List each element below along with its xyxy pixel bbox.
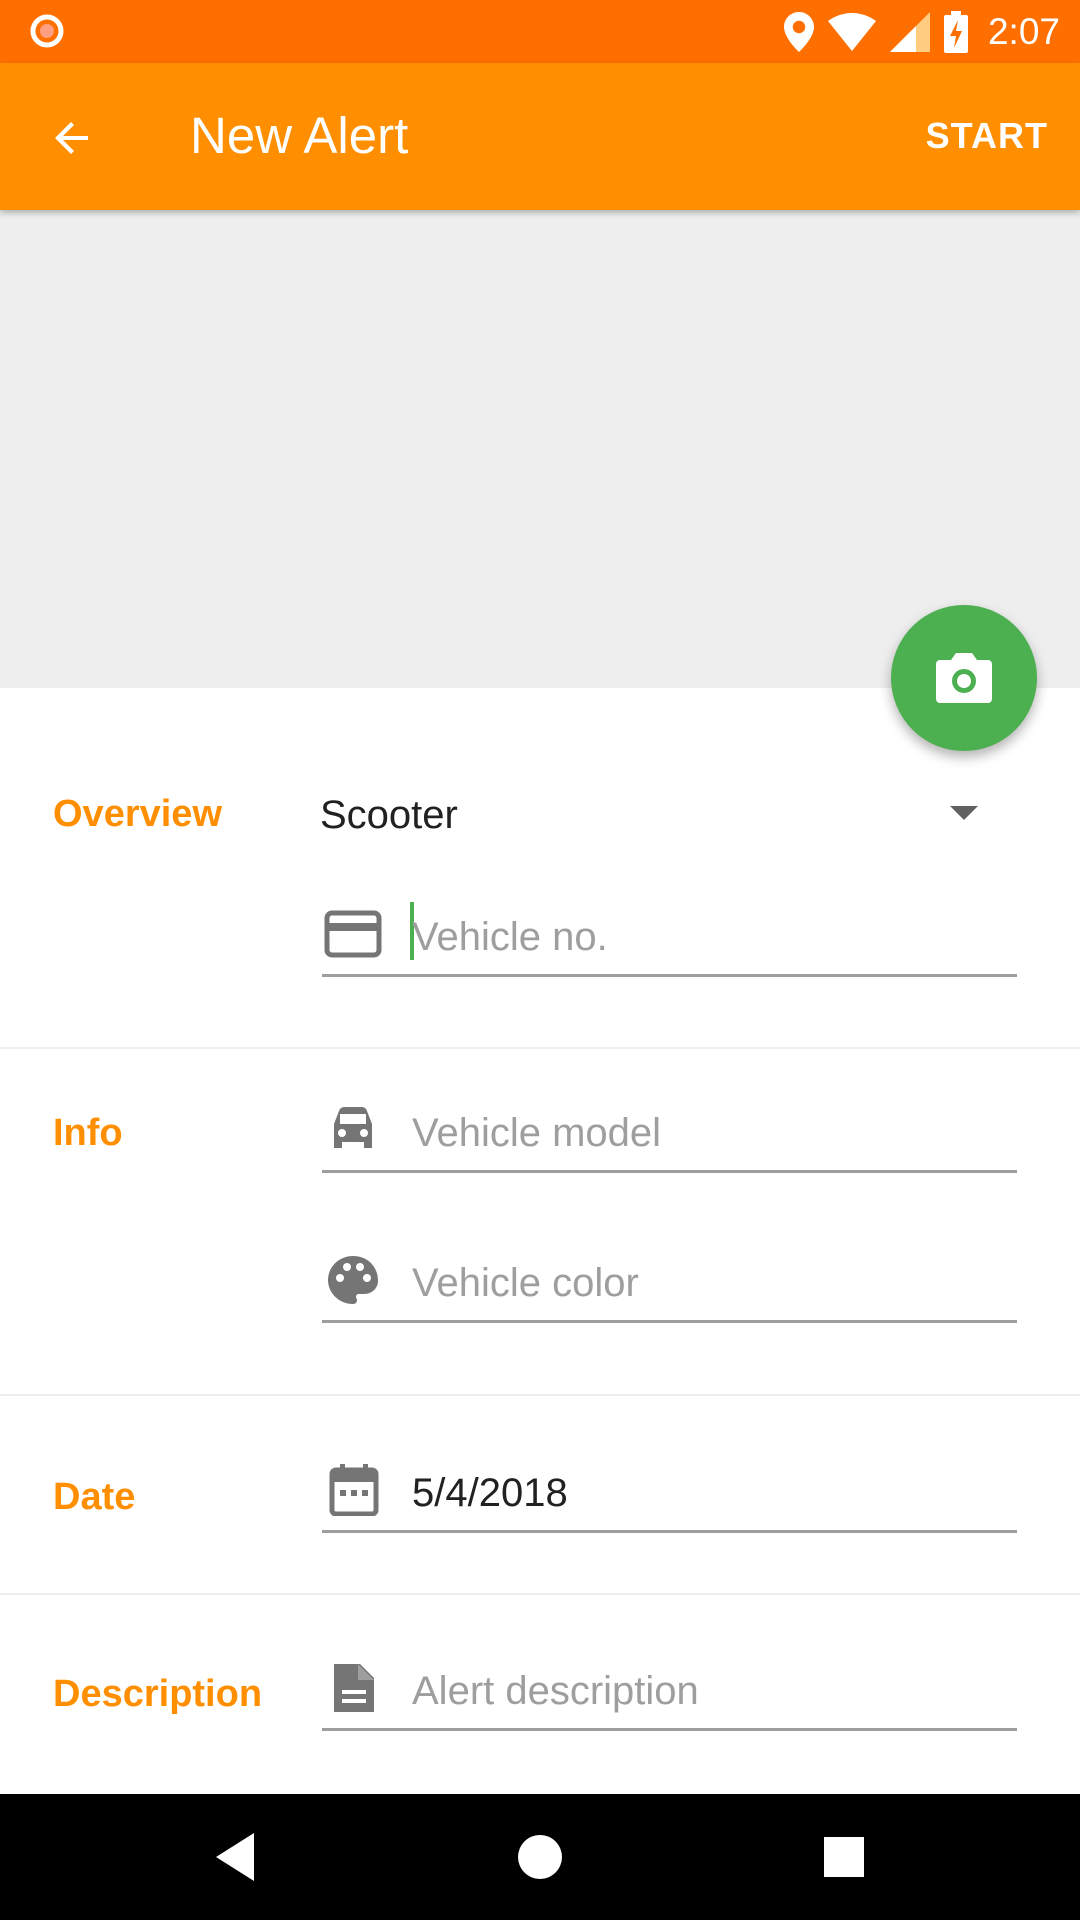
vehicle-model-field[interactable]: Vehicle model [322, 1090, 1017, 1173]
section-divider [0, 1047, 1080, 1049]
page-title: New Alert [190, 107, 409, 164]
status-icons: 2:07 [783, 0, 1060, 63]
car-icon [334, 1107, 372, 1148]
vehicle-color-placeholder: Vehicle color [412, 1261, 639, 1305]
document-icon [334, 1664, 374, 1712]
battery-charging-icon [943, 10, 968, 53]
back-triangle-icon[interactable] [206, 1827, 266, 1887]
recents-square-icon[interactable] [814, 1827, 874, 1887]
camera-icon [936, 653, 992, 703]
description-field[interactable]: Alert description [322, 1648, 1017, 1731]
vehicle-no-field[interactable]: Vehicle no. [322, 890, 1017, 977]
date-field[interactable]: 5/4/2018 [322, 1450, 1017, 1533]
date-value: 5/4/2018 [412, 1471, 568, 1515]
start-button[interactable]: START [926, 116, 1048, 156]
section-label-info: Info [53, 1112, 123, 1154]
section-label-overview: Overview [53, 793, 222, 835]
vehicle-color-field[interactable]: Vehicle color [322, 1240, 1017, 1323]
vehicle-model-placeholder: Vehicle model [412, 1111, 662, 1155]
arrow-back-icon[interactable] [48, 114, 96, 162]
system-nav-bar [0, 1794, 1080, 1920]
credit-card-icon [324, 910, 382, 958]
palette-icon [328, 1256, 378, 1304]
vehicle-type-dropdown[interactable]: Scooter [320, 792, 458, 838]
section-label-date: Date [53, 1476, 136, 1518]
home-circle-icon[interactable] [510, 1827, 570, 1887]
calendar-icon [329, 1464, 379, 1516]
section-divider [0, 1593, 1080, 1595]
dropdown-arrow-icon[interactable] [950, 806, 978, 820]
wifi-icon [827, 12, 876, 51]
section-label-description: Description [53, 1673, 263, 1715]
photo-placeholder [0, 210, 1080, 688]
status-clock: 2:07 [987, 10, 1060, 52]
status-bar: 2:07 [0, 0, 1080, 63]
recording-icon [30, 14, 64, 48]
signal-icon [889, 11, 930, 52]
section-divider [0, 1394, 1080, 1396]
camera-button[interactable] [891, 605, 1037, 751]
location-icon [783, 11, 814, 52]
vehicle-no-placeholder: Vehicle no. [412, 915, 608, 959]
description-placeholder: Alert description [412, 1669, 699, 1713]
app-bar: New Alert START [0, 63, 1080, 210]
